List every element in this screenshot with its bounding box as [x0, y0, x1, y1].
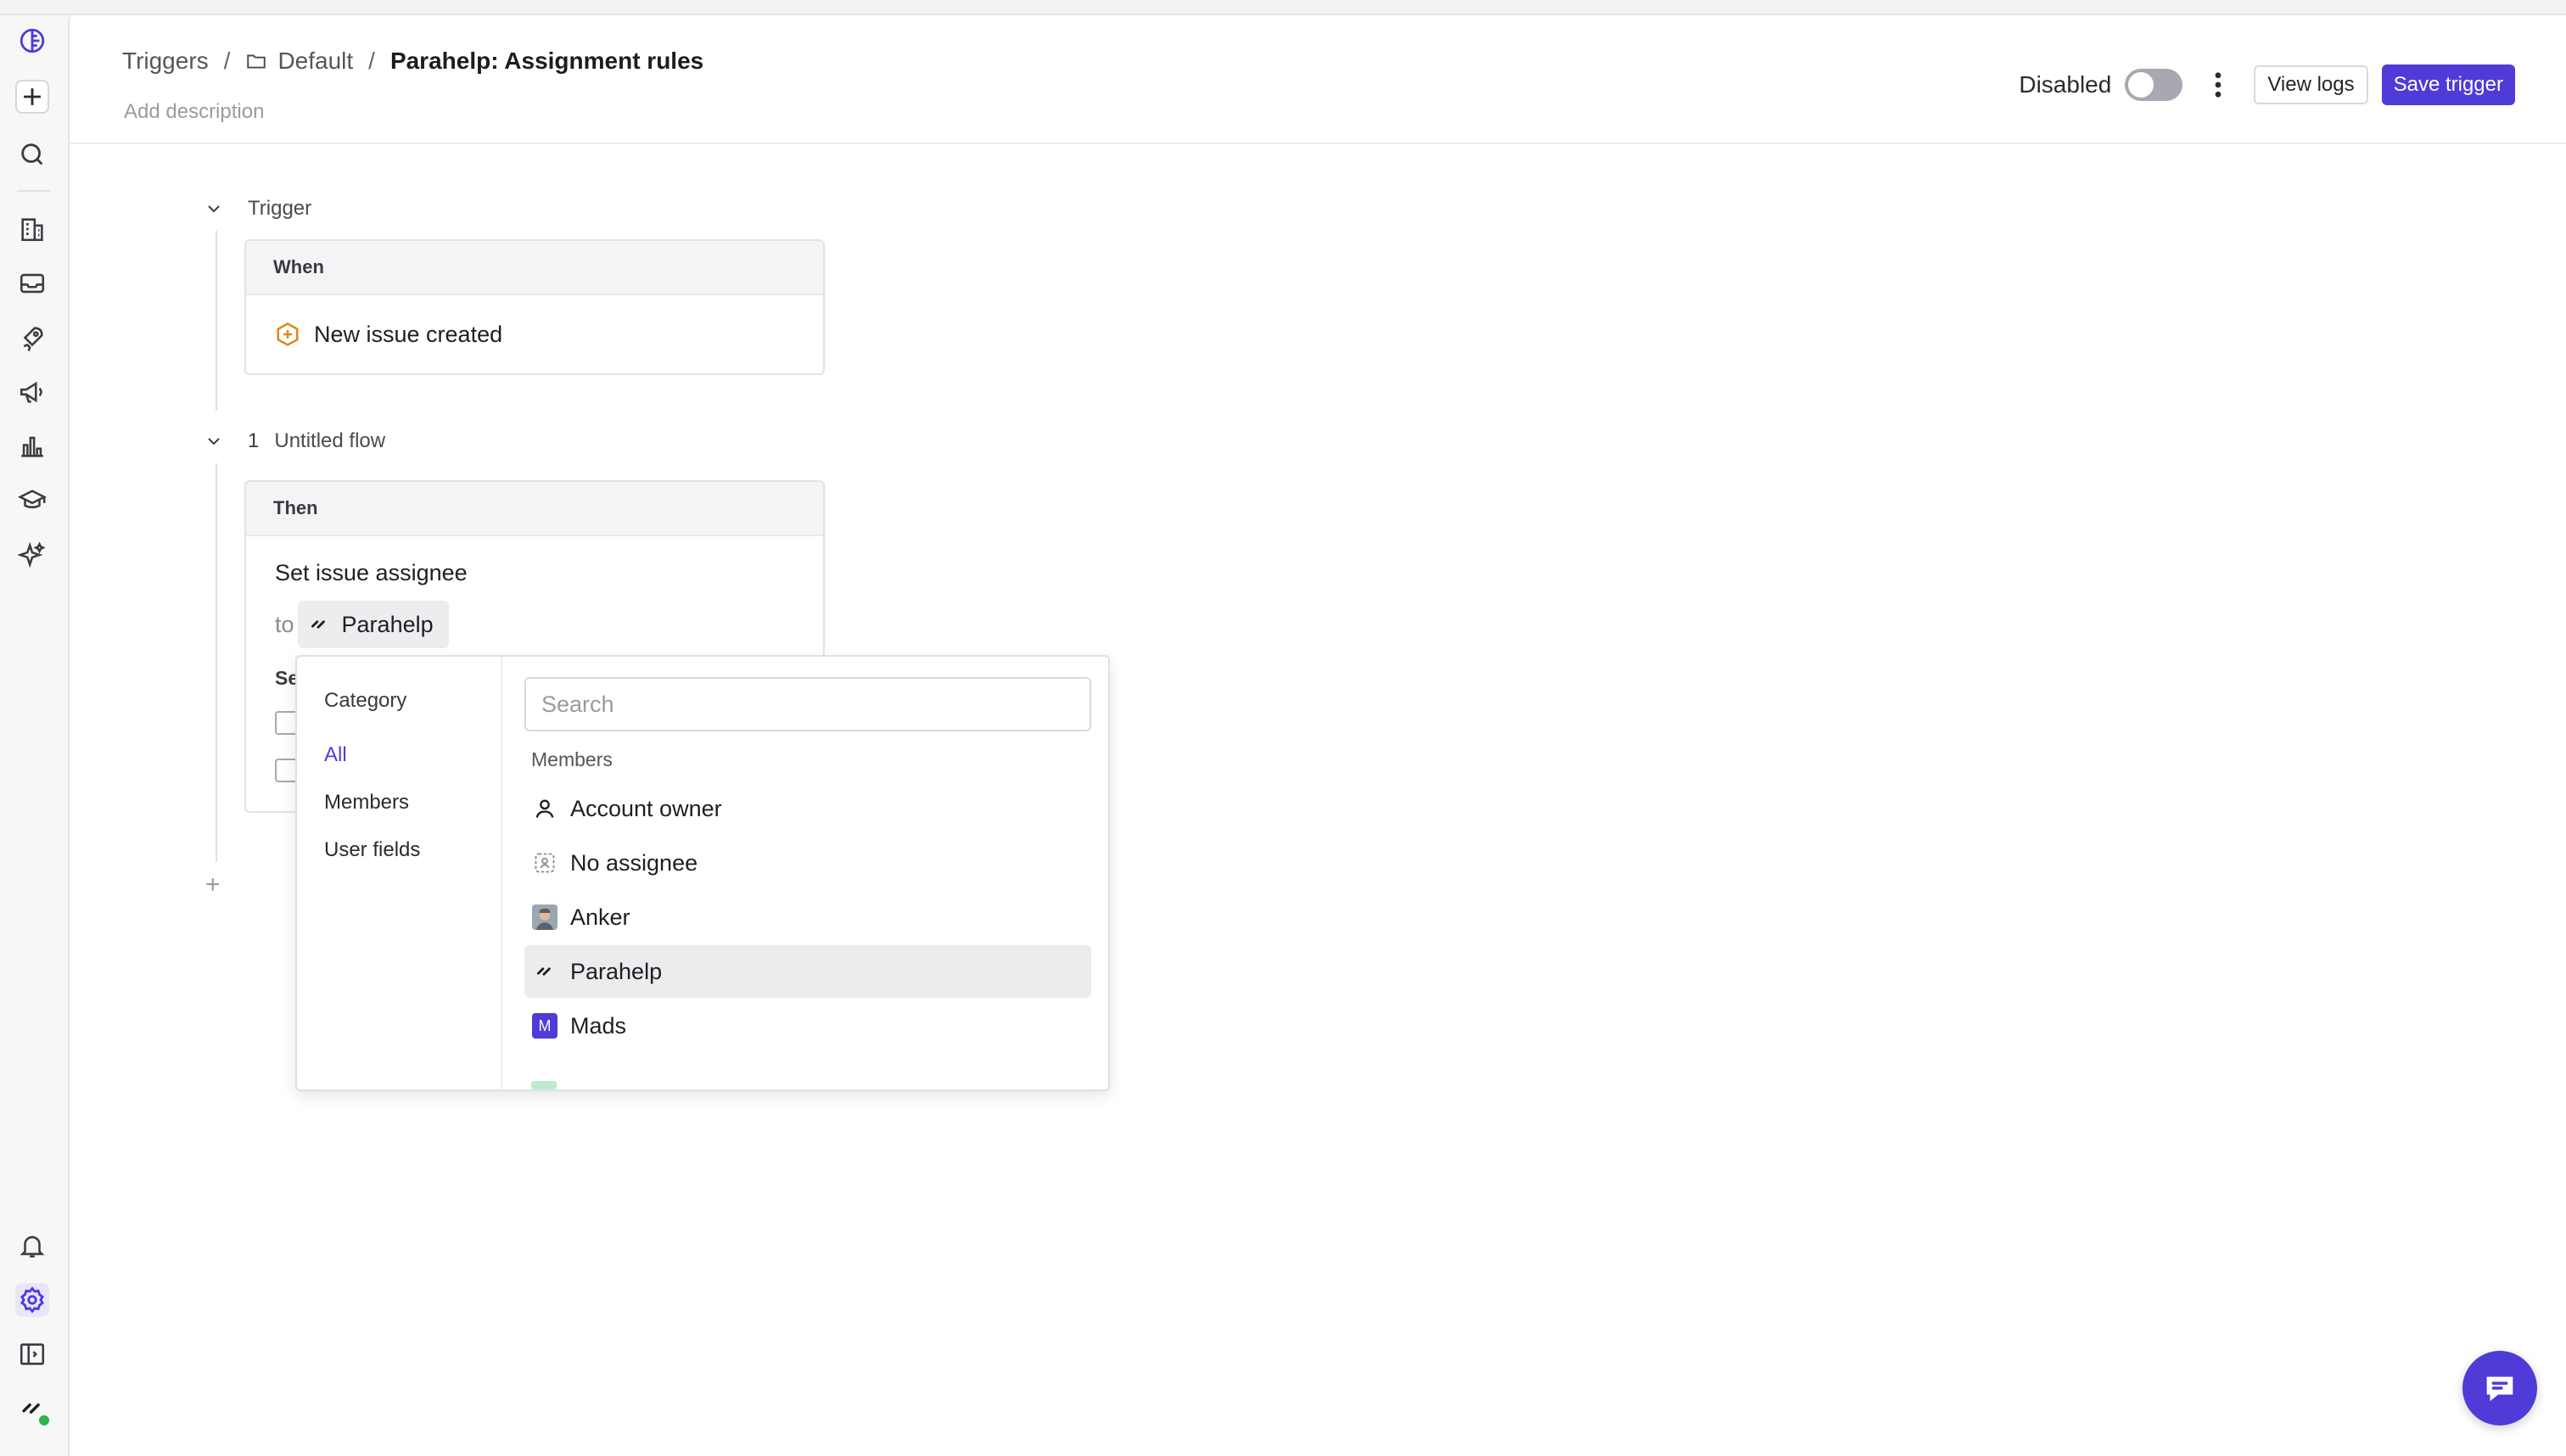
breadcrumb-separator: / — [368, 48, 375, 74]
sparkles-icon[interactable] — [15, 538, 49, 572]
option-mads[interactable]: M Mads — [524, 1000, 1091, 1052]
breadcrumb-separator: / — [223, 48, 231, 74]
flow-section-header[interactable]: 1 Untitled flow — [205, 429, 385, 453]
option-parahelp[interactable]: Parahelp — [524, 945, 1091, 998]
window-top-strip — [0, 0, 2566, 15]
action-title: Set issue assignee — [275, 560, 468, 585]
flow-number: 1 — [248, 429, 260, 452]
toggle-knob — [2128, 72, 2154, 98]
flow-canvas: Trigger When New issue created 1 Untitle… — [70, 143, 2566, 1456]
breadcrumb: Triggers / Default / Parahelp: Assignmen… — [122, 48, 703, 75]
breadcrumb-folder-label: Default — [277, 48, 354, 74]
category-user-fields[interactable]: User fields — [324, 838, 420, 862]
graduation-cap-icon[interactable] — [15, 484, 49, 518]
assignee-chip-label: Parahelp — [341, 611, 434, 637]
option-account-owner[interactable]: Account owner — [524, 782, 1091, 835]
person-icon — [531, 795, 558, 822]
option-label: Mads — [570, 1012, 627, 1039]
folder-icon — [247, 54, 266, 69]
avatar-photo — [531, 904, 558, 931]
flow-connector-line — [216, 463, 217, 862]
header-actions: Disabled View logs Save trigger — [2019, 64, 2515, 105]
trigger-section-label: Trigger — [248, 197, 312, 220]
save-trigger-button[interactable]: Save trigger — [2381, 64, 2515, 105]
main-panel: Triggers / Default / Parahelp: Assignmen… — [68, 15, 2566, 1456]
settings-gear-icon[interactable] — [15, 1283, 49, 1317]
new-issue-hexagon-icon — [277, 322, 299, 346]
search-icon[interactable] — [15, 137, 49, 171]
sidebar-toggle-icon[interactable] — [15, 1337, 49, 1371]
new-plus-icon[interactable] — [15, 80, 49, 114]
page-header: Triggers / Default / Parahelp: Assignmen… — [70, 15, 2566, 144]
chat-bubble-icon — [2486, 1376, 2513, 1402]
workspace-logo-icon[interactable] — [15, 24, 49, 58]
assignee-chip[interactable]: Parahelp — [297, 601, 449, 648]
search-input[interactable] — [524, 677, 1091, 731]
enable-toggle[interactable] — [2125, 69, 2183, 101]
trigger-event-label: New issue created — [314, 321, 503, 347]
online-status-dot — [37, 1414, 51, 1427]
members-group-label: Members — [531, 748, 613, 770]
parahelp-logo-icon — [311, 620, 325, 629]
bell-icon[interactable] — [15, 1229, 49, 1263]
option-anker[interactable]: Anker — [524, 891, 1091, 944]
trigger-section-header[interactable]: Trigger — [205, 197, 311, 221]
option-label: No assignee — [570, 849, 698, 876]
option-label: Anker — [570, 904, 630, 930]
flow-name[interactable]: Untitled flow — [274, 429, 385, 453]
chevron-down-icon — [208, 438, 220, 445]
add-description-link[interactable]: Add description — [124, 100, 264, 124]
category-members[interactable]: Members — [324, 791, 409, 815]
sidebar-rail — [0, 15, 68, 1456]
view-logs-button[interactable]: View logs — [2254, 65, 2368, 104]
bar-chart-icon[interactable] — [15, 429, 49, 463]
page-title[interactable]: Parahelp: Assignment rules — [390, 48, 703, 75]
category-all[interactable]: All — [324, 743, 347, 767]
trigger-event-row[interactable]: New issue created — [246, 295, 823, 373]
when-card-header: When — [246, 241, 823, 295]
megaphone-icon[interactable] — [15, 375, 49, 409]
status-label: Disabled — [2019, 71, 2112, 98]
options-panel: Members Account owner No assignee — [502, 657, 1108, 1089]
parahelp-logo-icon — [531, 958, 558, 985]
breadcrumb-triggers[interactable]: Triggers — [122, 48, 209, 75]
trigger-connector-line — [216, 231, 217, 411]
then-card-header: Then — [246, 482, 823, 536]
option-label: Parahelp — [570, 958, 663, 984]
initial-avatar-letter: M — [532, 1013, 557, 1039]
option-no-assignee[interactable]: No assignee — [524, 837, 1091, 889]
building-icon[interactable] — [15, 212, 49, 246]
assignee-row: to Parahelp — [275, 601, 449, 648]
when-card[interactable]: When New issue created — [244, 239, 825, 375]
assignee-picker-popover: Category All Members User fields Members… — [295, 655, 1110, 1091]
rail-divider — [17, 190, 51, 192]
cutoff-next-option — [531, 1081, 557, 1089]
chevron-down-icon — [208, 205, 220, 213]
no-assignee-icon — [531, 849, 558, 876]
category-panel: Category All Members User fields — [297, 657, 502, 1089]
to-label: to — [275, 611, 294, 637]
breadcrumb-folder[interactable]: Default — [245, 48, 353, 75]
support-chat-button[interactable] — [2462, 1351, 2537, 1425]
initial-avatar: M — [531, 1012, 558, 1039]
user-avatar-icon[interactable] — [15, 1392, 51, 1427]
category-title: Category — [324, 689, 407, 712]
more-options-icon[interactable] — [2208, 68, 2228, 102]
option-label: Account owner — [570, 795, 722, 821]
inbox-icon[interactable] — [15, 266, 49, 300]
rocket-icon[interactable] — [15, 321, 49, 355]
add-flow-plus-icon[interactable]: + — [205, 871, 221, 899]
